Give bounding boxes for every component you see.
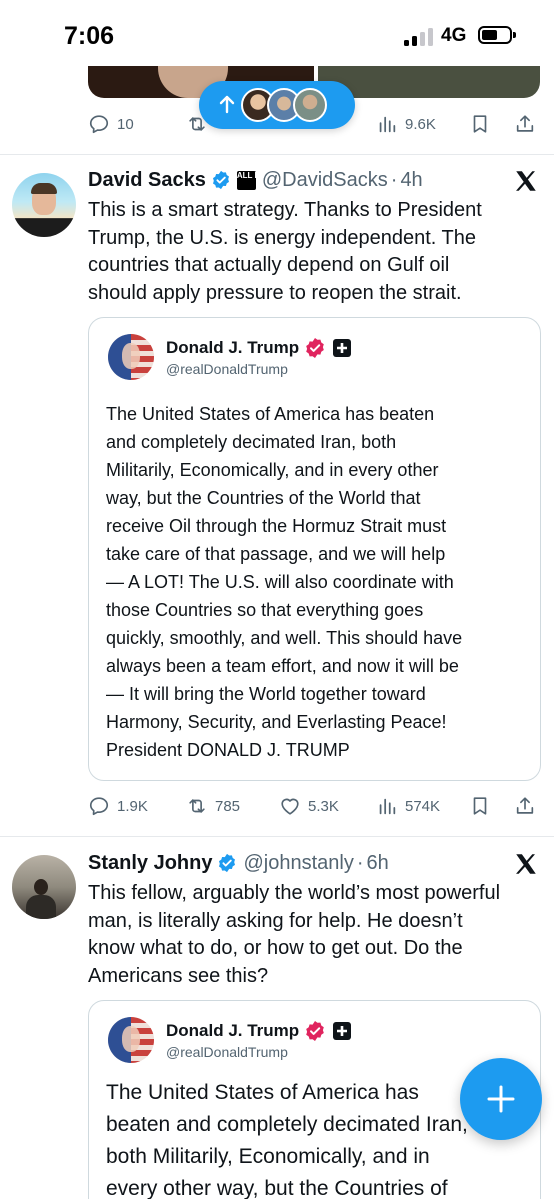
share-icon (516, 797, 534, 814)
tweet-text: This is a smart strategy. Thanks to Pres… (88, 197, 542, 307)
quoted-post[interactable]: Donald J. Trump @realDonaldTrump The Uni… (88, 317, 541, 781)
status-bar: 7:06 4G (0, 0, 554, 66)
like-count: 5.3K (308, 797, 339, 815)
views-count: 9.6K (405, 115, 436, 133)
quoted-text-line: — A LOT! The U.S. will also coordinate w… (106, 572, 454, 592)
verified-badge-icon (212, 170, 229, 190)
status-time: 7:06 (64, 22, 115, 50)
network-label: 4G (441, 25, 467, 46)
author-name[interactable]: David Sacks (88, 169, 206, 192)
views-count: 574K (405, 797, 441, 815)
tweet-text-line: This fellow, arguably the world’s most p… (88, 882, 501, 904)
repost-icon (189, 799, 205, 813)
reply-button[interactable]: 10 (88, 109, 134, 139)
truth-social-icon (333, 1022, 352, 1040)
quoted-text-line: take care of that passage, and we will h… (106, 544, 446, 564)
tweet-text-line: countries that actually depend on Gulf o… (88, 254, 450, 276)
tweet-text-line: know what to do, or how to get out. Do t… (88, 937, 463, 959)
reply-icon (89, 797, 109, 816)
author-handle: @DavidSacks (261, 168, 388, 191)
quoted-handle: @realDonaldTrump (166, 1044, 288, 1060)
views-icon (379, 116, 396, 133)
compose-button[interactable] (460, 1058, 542, 1140)
quoted-text-line: those Countries so that everything goes (106, 600, 424, 620)
tweet-header: David Sacks ALL IN @DavidSacks · 4h (88, 167, 423, 193)
signal-icon (404, 28, 434, 46)
quoted-text-line: every other way, but the Countries of (106, 1177, 448, 1199)
tweet-text-line: Trump, the U.S. is energy independent. T… (88, 226, 476, 249)
repost-count: 785 (215, 797, 241, 815)
quoted-author-name: Donald J. Trump (166, 1021, 300, 1040)
affiliate-badge[interactable]: ALL IN (236, 170, 263, 190)
quoted-author: Donald J. Trump (166, 337, 352, 359)
tweet[interactable]: David Sacks ALL IN @DavidSacks · 4h This… (0, 155, 554, 837)
quoted-text-line: always been a team effort, and now it wi… (106, 656, 459, 676)
bookmark-button[interactable] (469, 791, 491, 821)
tweet-text-line: Americans see this? (88, 964, 269, 987)
quoted-text-line: way, but the Countries of the World that (106, 488, 421, 508)
share-icon (516, 115, 534, 132)
quoted-text-line: Harmony, Security, and Everlasting Peace… (106, 712, 447, 732)
avatar[interactable] (12, 173, 76, 237)
battery-icon (478, 26, 516, 44)
heart-icon (281, 798, 299, 815)
quoted-text-line: President DONALD J. TRUMP (106, 740, 350, 760)
quoted-text-line: both Militarily, Economically, and in (106, 1145, 430, 1168)
previous-tweet-actions: 10 9.6K (88, 109, 540, 139)
truth-social-icon (333, 339, 352, 357)
bookmark-icon (473, 797, 487, 815)
quoted-author: Donald J. Trump (166, 1020, 352, 1042)
tweet-actions: 1.9K 785 5.3K 574K (88, 791, 540, 821)
verified-badge-icon (306, 1021, 324, 1041)
bookmark-button[interactable] (469, 109, 491, 139)
tweet-text: This fellow, arguably the world’s most p… (88, 880, 542, 990)
quoted-text-line: Militarily, Economically, and in every o… (106, 460, 439, 480)
quoted-author-name: Donald J. Trump (166, 338, 300, 357)
like-button[interactable]: 5.3K (279, 791, 339, 821)
plus-icon (487, 1085, 515, 1113)
tweet[interactable]: Stanly Johny @johnstanly · 6h This fello… (0, 837, 554, 1199)
repost-button[interactable]: 785 (186, 791, 240, 821)
reply-button[interactable]: 1.9K (88, 791, 148, 821)
share-button[interactable] (514, 109, 536, 139)
x-logo-icon (516, 854, 536, 874)
repost-icon (189, 117, 205, 131)
views-button[interactable]: 9.6K (376, 109, 436, 139)
quoted-text-line: The United States of America has beaten (106, 404, 435, 424)
x-logo-icon (516, 171, 536, 191)
avatar[interactable] (12, 855, 76, 919)
tweet-text-line: This is a smart strategy. Thanks to Pres… (88, 199, 482, 221)
repost-button[interactable] (186, 109, 208, 139)
author-name[interactable]: Stanly Johny (88, 852, 212, 875)
quoted-text-line: receive Oil through the Hormuz Strait mu… (106, 516, 447, 536)
quoted-text-line: quickly, smoothly, and well. This should… (106, 628, 463, 648)
avatar (108, 1017, 154, 1063)
author-handle: @johnstanly (243, 851, 354, 874)
quoted-text-line: — It will bring the World together towar… (106, 684, 426, 704)
avatar (108, 334, 154, 380)
verified-badge-icon (306, 338, 324, 358)
tweet-text-line: should apply pressure to reopen the stra… (88, 281, 462, 304)
tweet-header: Stanly Johny @johnstanly · 6h (88, 850, 389, 876)
quoted-text: The United States of America has beaten … (106, 400, 526, 764)
separator-dot: · (356, 851, 364, 874)
tweet-text-line: man, is literally asking for help. He do… (88, 909, 463, 932)
share-button[interactable] (514, 791, 536, 821)
tweet-time[interactable]: 6h (367, 852, 389, 875)
reply-count: 1.9K (117, 797, 148, 815)
verified-badge-icon (219, 853, 236, 873)
quoted-handle: @realDonaldTrump (166, 361, 288, 377)
reply-count: 10 (117, 115, 134, 133)
bookmark-icon (473, 115, 487, 133)
reply-icon (89, 115, 109, 134)
quoted-text-line: and completely decimated Iran, both (106, 432, 397, 452)
tweet-time[interactable]: 4h (400, 169, 422, 192)
separator-dot: · (390, 168, 398, 191)
views-button[interactable]: 574K (376, 791, 440, 821)
views-icon (379, 798, 396, 815)
